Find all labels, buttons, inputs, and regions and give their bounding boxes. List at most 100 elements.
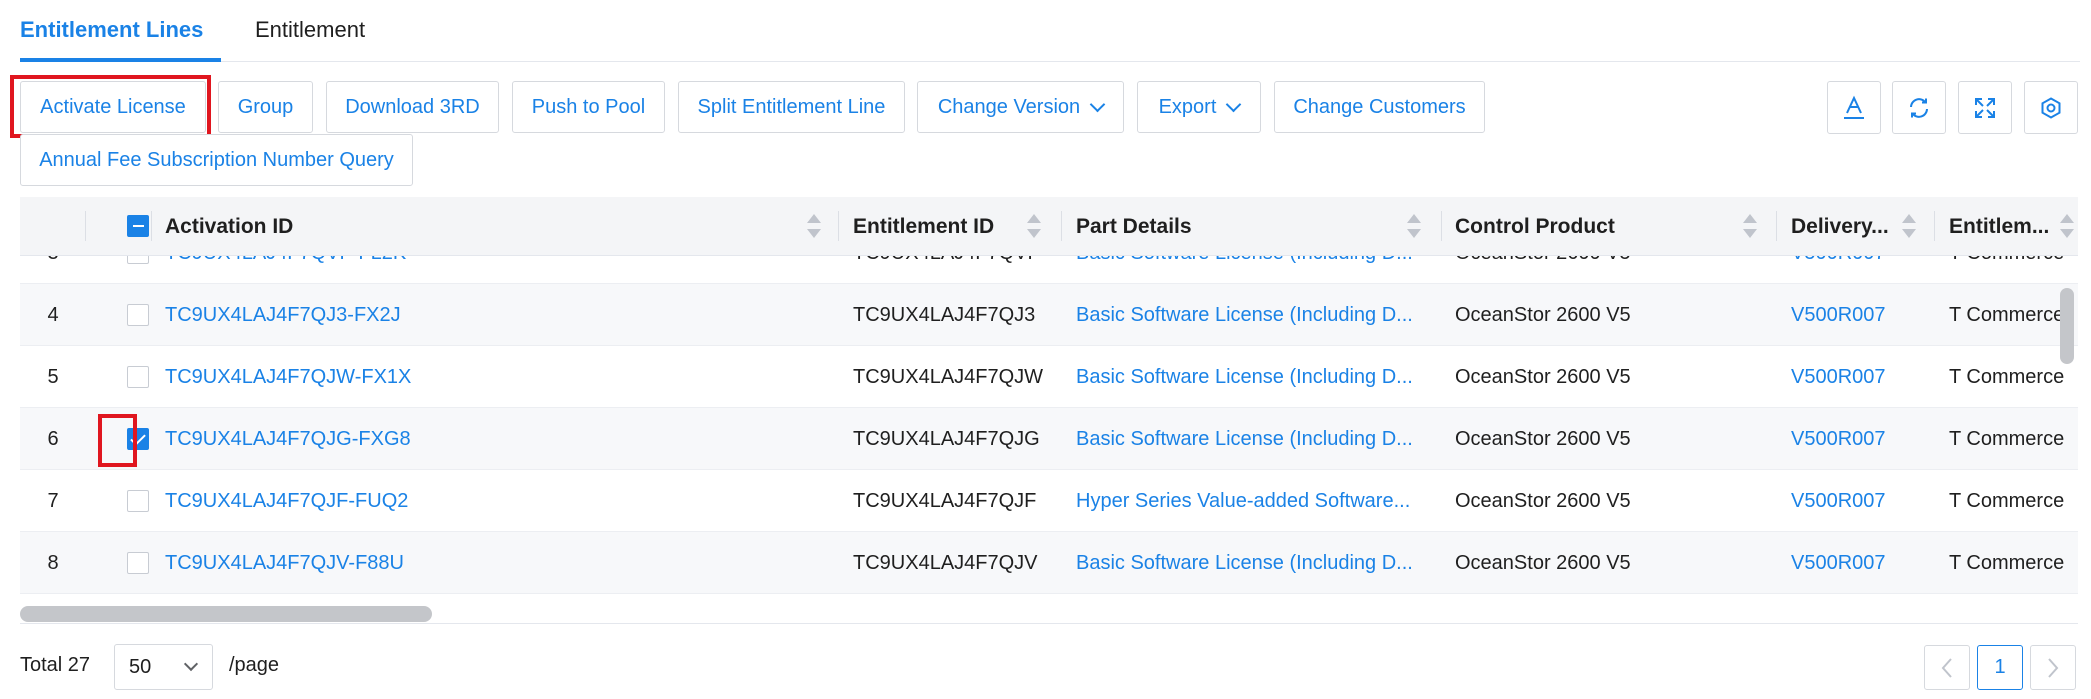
- column-header-control-product[interactable]: Control Product: [1442, 197, 1777, 256]
- activation-id-link[interactable]: TC9UX4LAJ4F7QJV-F88U: [152, 532, 839, 594]
- chevron-left-icon: [1941, 657, 1952, 678]
- row-index: 8: [47, 551, 59, 574]
- delivery-link[interactable]: V500R007: [1777, 532, 1935, 594]
- chevron-right-icon: [2048, 657, 2059, 678]
- settings-button[interactable]: [2024, 81, 2078, 134]
- row-select-cell: [86, 256, 152, 284]
- part-details-link[interactable]: Hyper Series Value-added Software...: [1062, 470, 1442, 532]
- part-details-link[interactable]: Basic Software License (Including D...: [1062, 408, 1442, 470]
- column-header-label: Entitlement ID: [853, 214, 995, 238]
- settings-icon: [2041, 96, 2061, 119]
- sort-icon[interactable]: [1407, 214, 1421, 240]
- row-checkbox[interactable]: [127, 552, 149, 574]
- sort-icon[interactable]: [1902, 214, 1916, 240]
- row-select-cell: [86, 284, 152, 346]
- sort-icon[interactable]: [2060, 214, 2074, 240]
- row-checkbox[interactable]: [127, 366, 149, 388]
- row-checkbox[interactable]: [127, 428, 149, 450]
- row-checkbox[interactable]: [127, 490, 149, 512]
- part-details-link[interactable]: Basic Software License (Including D...: [1062, 346, 1442, 408]
- column-header-label: Control Product: [1455, 214, 1615, 238]
- control-product-cell: OceanStor 2600 V5: [1442, 256, 1777, 284]
- entitlement-id-cell: TC9UX4LAJ4F7QJV: [853, 551, 1038, 574]
- tab-entitlement-lines[interactable]: Entitlement Lines: [20, 16, 203, 44]
- table-row[interactable]: 8 TC9UX4LAJ4F7QJV-F88U TC9UX4LAJ4F7QJV Basi…: [20, 532, 2078, 594]
- split-entitlement-line-label: Split Entitlement Line: [697, 95, 886, 118]
- activation-id-link[interactable]: TC9UX4LAJ4F7QJ3-FX2J: [152, 284, 839, 346]
- column-header-entitlement-id[interactable]: Entitlement ID: [839, 197, 1062, 256]
- entitlement-cell: T Commerce: [1949, 427, 2065, 450]
- delivery-link[interactable]: V500R007: [1777, 346, 1935, 408]
- column-header-label: Delivery...: [1791, 214, 1889, 238]
- entitlement-cell: T Commerce: [1949, 551, 2065, 574]
- delivery-link[interactable]: V500R007: [1777, 256, 1935, 284]
- table-row[interactable]: 7 TC9UX4LAJ4F7QJF-FUQ2 TC9UX4LAJ4F7QJF Hype…: [20, 470, 2078, 532]
- delivery-link[interactable]: V500R007: [1777, 284, 1935, 346]
- refresh-button[interactable]: [1892, 81, 1946, 134]
- row-select-cell: [86, 532, 152, 594]
- table-row[interactable]: 5 TC9UX4LAJ4F7QJW-FX1X TC9UX4LAJ4F7QJW Basi…: [20, 346, 2078, 408]
- push-to-pool-button[interactable]: Push to Pool: [512, 81, 665, 133]
- split-entitlement-line-button[interactable]: Split Entitlement Line: [678, 81, 905, 133]
- download-3rd-button[interactable]: Download 3RD: [326, 81, 499, 133]
- page-size-select[interactable]: 50: [114, 644, 213, 690]
- activation-id-link[interactable]: TC9UX4LAJ4F7QVF-FL2K: [152, 256, 839, 284]
- entitlement-id-cell: TC9UX4LAJ4F7QVF: [839, 256, 1062, 284]
- index-column-header: [20, 197, 86, 256]
- row-checkbox[interactable]: [127, 304, 149, 326]
- column-header-entitlement[interactable]: Entitlem...: [1935, 197, 2078, 256]
- row-index: 6: [47, 427, 59, 450]
- row-index: 5: [47, 365, 59, 388]
- fullscreen-button[interactable]: [1958, 81, 2012, 134]
- row-checkbox[interactable]: [127, 256, 149, 264]
- part-details-link[interactable]: Basic Software License (Including D...: [1062, 532, 1442, 594]
- entitlement-lines-table: Activation ID Entitlement ID Part Detail…: [20, 197, 2078, 617]
- annual-fee-query-button[interactable]: Annual Fee Subscription Number Query: [20, 134, 413, 186]
- entitlement-cell: T Commerce: [1949, 489, 2065, 512]
- page-number-button[interactable]: 1: [1977, 645, 2023, 690]
- chevron-down-icon: [1226, 96, 1242, 112]
- part-details-link[interactable]: Basic Software License (Including D...: [1062, 256, 1442, 284]
- activation-id-link[interactable]: TC9UX4LAJ4F7QJW-FX1X: [152, 346, 839, 408]
- table-row[interactable]: 4 TC9UX4LAJ4F7QJ3-FX2J TC9UX4LAJ4F7QJ3 Basi…: [20, 284, 2078, 346]
- activation-id-link[interactable]: TC9UX4LAJ4F7QJG-FXG8: [152, 408, 839, 470]
- column-header-label: Activation ID: [165, 214, 294, 238]
- column-header-part-details[interactable]: Part Details: [1062, 197, 1442, 256]
- push-to-pool-label: Push to Pool: [531, 95, 646, 118]
- refresh-icon: [1910, 97, 1928, 118]
- row-select-cell: [86, 346, 152, 408]
- table-row[interactable]: 3 TC9UX4LAJ4F7QVF-FL2KTC9UX4LAJ4F7QVFBasi…: [20, 256, 2078, 284]
- font-size-button[interactable]: [1827, 81, 1881, 134]
- entitlement-cell: T Commerce: [1949, 303, 2065, 326]
- horizontal-scrollbar[interactable]: [20, 606, 432, 622]
- part-details-link[interactable]: Basic Software License (Including D...: [1062, 284, 1442, 346]
- activation-id-link[interactable]: TC9UX4LAJ4F7QJF-FUQ2: [152, 470, 839, 532]
- delivery-link[interactable]: V500R007: [1777, 408, 1935, 470]
- sort-icon[interactable]: [1027, 214, 1041, 240]
- change-customers-button[interactable]: Change Customers: [1274, 81, 1485, 133]
- previous-page-button[interactable]: [1924, 645, 1970, 690]
- sort-icon[interactable]: [1743, 214, 1757, 240]
- table-header: Activation ID Entitlement ID Part Detail…: [20, 197, 2078, 256]
- row-select-cell: [86, 408, 152, 470]
- group-button[interactable]: Group: [218, 81, 313, 133]
- font-size-icon: [1844, 95, 1864, 119]
- sort-icon[interactable]: [807, 214, 821, 240]
- vertical-scrollbar[interactable]: [2060, 288, 2074, 364]
- select-all-checkbox[interactable]: [127, 215, 149, 237]
- column-header-delivery[interactable]: Delivery...: [1777, 197, 1935, 256]
- activate-license-button[interactable]: Activate License: [20, 81, 206, 133]
- table-rows: 3TC9UX4LAJ4F7QVF-FL2KTC9UX4LAJ4F7QVFBasi…: [20, 256, 2078, 594]
- next-page-button[interactable]: [2030, 645, 2076, 690]
- entitlement-id-cell: TC9UX4LAJ4F7QJF: [853, 489, 1037, 512]
- row-select-cell: [86, 470, 152, 532]
- tab-bar: Entitlement Lines Entitlement: [20, 0, 2080, 62]
- control-product-cell: OceanStor 2600 V5: [1455, 551, 1631, 574]
- activate-license-label: Activate License: [40, 95, 186, 118]
- column-header-activation-id[interactable]: Activation ID: [152, 197, 839, 256]
- change-version-button[interactable]: Change Version: [917, 81, 1124, 133]
- table-row[interactable]: 6 TC9UX4LAJ4F7QJG-FXG8 TC9UX4LAJ4F7QJG Basi…: [20, 408, 2078, 470]
- tab-entitlement[interactable]: Entitlement: [255, 16, 365, 44]
- delivery-link[interactable]: V500R007: [1777, 470, 1935, 532]
- export-button[interactable]: Export: [1137, 81, 1261, 133]
